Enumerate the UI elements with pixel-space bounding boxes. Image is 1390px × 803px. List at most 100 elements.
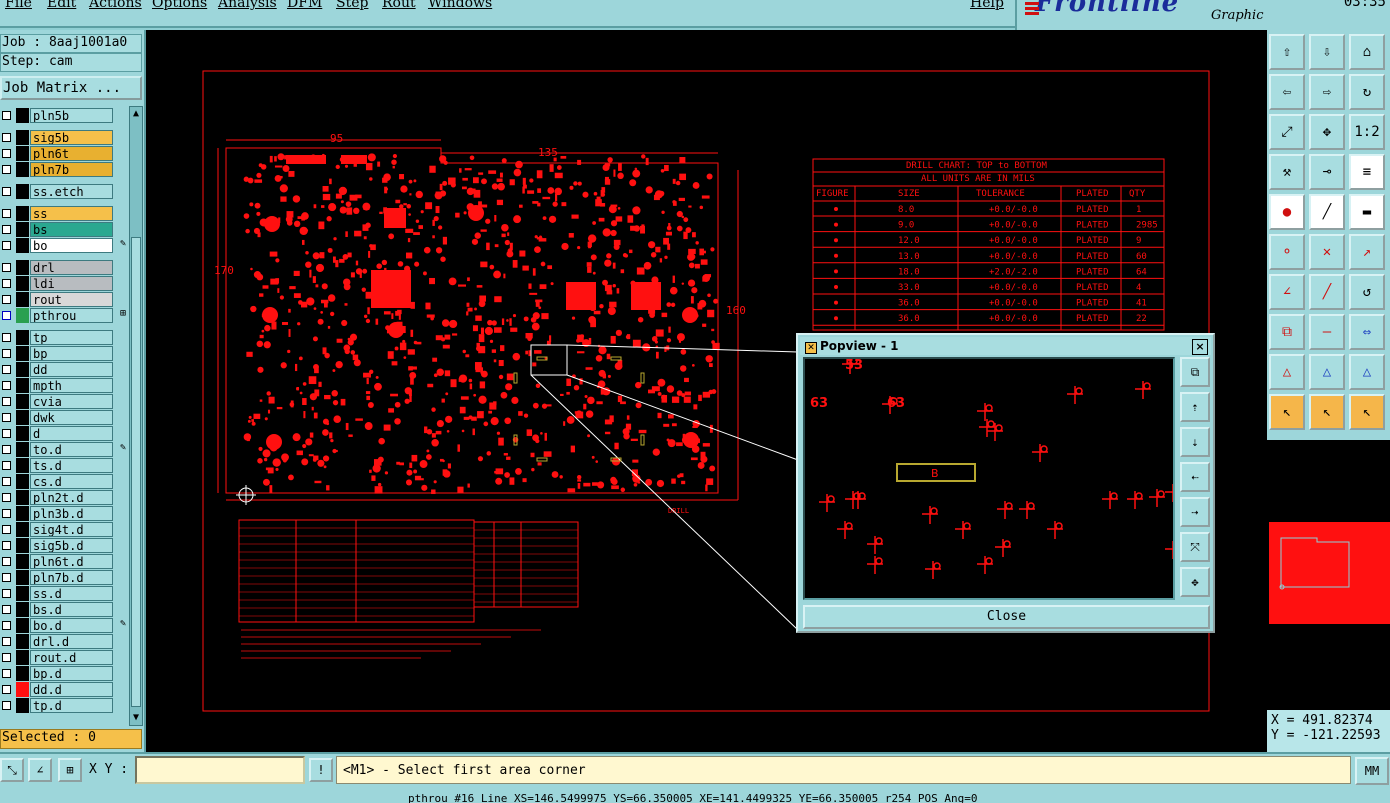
layer-checkbox[interactable]: [2, 295, 11, 304]
layer-name[interactable]: ldi: [30, 276, 113, 291]
select-lasso-icon[interactable]: ↖: [1349, 394, 1385, 430]
layer-checkbox[interactable]: [2, 493, 11, 502]
layer-row-pln6t-d[interactable]: pln6t.d: [0, 554, 128, 569]
layer-color-swatch[interactable]: [16, 490, 29, 505]
triangle-c-icon[interactable]: △: [1349, 354, 1385, 390]
menu-help[interactable]: Help: [970, 0, 1004, 11]
menu-rout[interactable]: Rout: [382, 0, 416, 11]
layer-name[interactable]: sig4t.d: [30, 522, 113, 537]
layer-name[interactable]: bs: [30, 222, 113, 237]
layer-checkbox[interactable]: [2, 557, 11, 566]
copy-icon[interactable]: ⧉: [1269, 314, 1305, 350]
menu-options[interactable]: Options: [152, 0, 207, 11]
layer-checkbox[interactable]: [2, 263, 11, 272]
layer-row-pln2t-d[interactable]: pln2t.d: [0, 490, 128, 505]
layer-color-swatch[interactable]: [16, 442, 29, 457]
window-menu-icon[interactable]: ✕: [805, 342, 817, 354]
layer-checkbox[interactable]: [2, 279, 11, 288]
layer-checkbox[interactable]: [2, 669, 11, 678]
layer-color-swatch[interactable]: [16, 666, 29, 681]
layer-checkbox[interactable]: [2, 509, 11, 518]
layer-name[interactable]: rout.d: [30, 650, 113, 665]
layer-name[interactable]: pln5b: [30, 108, 113, 123]
popview-close-button[interactable]: Close: [803, 605, 1210, 629]
redraw-icon[interactable]: ↻: [1349, 74, 1385, 110]
popview-pan-up-icon[interactable]: ⇡: [1180, 392, 1210, 422]
move-icon[interactable]: ↗: [1349, 234, 1385, 270]
layer-row-bo[interactable]: bo ✎: [0, 238, 128, 253]
layer-row-pln5b[interactable]: pln5b: [0, 108, 128, 123]
layer-color-swatch[interactable]: [16, 650, 29, 665]
layer-row-dd-d[interactable]: dd.d: [0, 682, 128, 697]
layer-checkbox[interactable]: [2, 445, 11, 454]
scroll-down-arrow-icon[interactable]: ▼: [130, 711, 142, 725]
layer-checkbox[interactable]: [2, 685, 11, 694]
menu-analysis[interactable]: Analysis: [218, 0, 277, 11]
layer-name[interactable]: tp.d: [30, 698, 113, 713]
layer-row-to-d[interactable]: to.d ✎: [0, 442, 128, 457]
layer-name[interactable]: pln6t: [30, 146, 113, 161]
page-up-icon[interactable]: ⇧: [1269, 34, 1305, 70]
layer-name[interactable]: ss.d: [30, 586, 113, 601]
menu-file[interactable]: File: [5, 0, 32, 11]
layer-name[interactable]: pthrou: [30, 308, 113, 323]
home-icon[interactable]: ⌂: [1349, 34, 1385, 70]
layer-name[interactable]: pln7b.d: [30, 570, 113, 585]
layer-color-swatch[interactable]: [16, 130, 29, 145]
layer-checkbox[interactable]: [2, 525, 11, 534]
layer-checkbox[interactable]: [2, 605, 11, 614]
popview-pan-right-icon[interactable]: ⇢: [1180, 497, 1210, 527]
layer-color-swatch[interactable]: [16, 634, 29, 649]
scroll-thumb[interactable]: [131, 237, 141, 707]
popview-pan-down-icon[interactable]: ⇣: [1180, 427, 1210, 457]
layer-name[interactable]: bs.d: [30, 602, 113, 617]
job-matrix-button[interactable]: Job Matrix ...: [0, 76, 142, 100]
popview-titlebar[interactable]: ✕ Popview - 1 ×: [800, 337, 1211, 355]
layer-name[interactable]: drl.d: [30, 634, 113, 649]
minus-icon[interactable]: —: [1309, 314, 1345, 350]
traffic-light-icon[interactable]: ≡: [1349, 154, 1385, 190]
layer-checkbox[interactable]: [2, 209, 11, 218]
layer-row-drl[interactable]: drl: [0, 260, 128, 275]
layer-color-swatch[interactable]: [16, 602, 29, 617]
layer-name[interactable]: to.d: [30, 442, 113, 457]
layer-color-swatch[interactable]: [16, 260, 29, 275]
select-pointer-icon[interactable]: ↖: [1269, 394, 1305, 430]
layer-name[interactable]: pln6t.d: [30, 554, 113, 569]
layer-color-swatch[interactable]: [16, 308, 29, 323]
layer-name[interactable]: dwk: [30, 410, 113, 425]
layer-name[interactable]: sig5b.d: [30, 538, 113, 553]
layer-row-drl-d[interactable]: drl.d: [0, 634, 128, 649]
layer-name[interactable]: d: [30, 426, 113, 441]
layer-name[interactable]: ts.d: [30, 458, 113, 473]
layer-color-swatch[interactable]: [16, 522, 29, 537]
layer-color-swatch[interactable]: [16, 506, 29, 521]
layer-name[interactable]: bp.d: [30, 666, 113, 681]
layer-name[interactable]: dd.d: [30, 682, 113, 697]
layer-color-swatch[interactable]: [16, 538, 29, 553]
layer-name[interactable]: ss: [30, 206, 113, 221]
layer-name[interactable]: bo.d: [30, 618, 113, 633]
layer-checkbox[interactable]: [2, 311, 11, 320]
menu-edit[interactable]: Edit: [47, 0, 76, 11]
layer-row-bs-d[interactable]: bs.d: [0, 602, 128, 617]
zoom-fit-icon[interactable]: ⤢: [1269, 114, 1305, 150]
layer-checkbox[interactable]: [2, 621, 11, 630]
popview-canvas[interactable]: 53 63 63 B: [803, 357, 1175, 600]
layer-color-swatch[interactable]: [16, 276, 29, 291]
layer-name[interactable]: pln7b: [30, 162, 113, 177]
units-button[interactable]: MM: [1355, 757, 1389, 785]
menu-windows[interactable]: Windows: [428, 0, 492, 11]
layer-name[interactable]: mpth: [30, 378, 113, 393]
layer-checkbox[interactable]: [2, 133, 11, 142]
layer-row-cs-d[interactable]: cs.d: [0, 474, 128, 489]
snap-icon[interactable]: ⤡: [0, 758, 24, 782]
layer-color-swatch[interactable]: [16, 426, 29, 441]
menu-step[interactable]: Step: [336, 0, 368, 11]
layer-row-ss[interactable]: ss: [0, 206, 128, 221]
layer-name[interactable]: cvia: [30, 394, 113, 409]
layer-name[interactable]: pln2t.d: [30, 490, 113, 505]
xy-input[interactable]: [135, 756, 305, 784]
angle-tool-icon[interactable]: ∠: [1269, 274, 1305, 310]
layer-name[interactable]: rout: [30, 292, 113, 307]
